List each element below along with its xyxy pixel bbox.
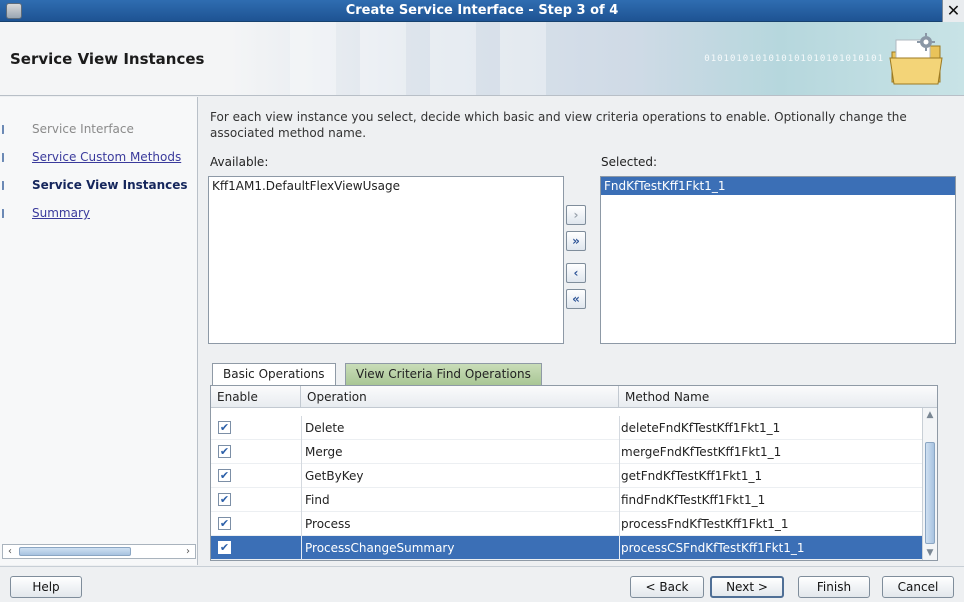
method-name-cell[interactable]: deleteFndKfTestKff1Fkt1_1	[621, 416, 780, 440]
operations-table: Enable Operation Method Name ✔ Delete de…	[210, 385, 938, 561]
column-divider	[301, 536, 302, 560]
back-button[interactable]: < Back	[630, 576, 704, 598]
column-divider	[619, 416, 620, 440]
tab-basic-operations[interactable]: Basic Operations	[212, 363, 336, 385]
operation-cell: Process	[305, 517, 351, 531]
step-marker-icon	[2, 181, 7, 190]
method-name-cell[interactable]: findFndKfTestKff1Fkt1_1	[621, 488, 765, 512]
window-title: Create Service Interface - Step 3 of 4	[345, 3, 619, 18]
banner-stripe	[430, 22, 476, 95]
nav-step-service-custom-methods[interactable]: Service Custom Methods	[0, 147, 196, 169]
main-content: For each view instance you select, decid…	[199, 97, 964, 565]
remove-all-icon[interactable]: «	[566, 289, 586, 309]
table-row[interactable]: ✔ Find findFndKfTestKff1Fkt1_1	[211, 488, 937, 512]
step-marker-icon	[2, 125, 7, 134]
method-name-cell[interactable]: processFndKfTestKff1Fkt1_1	[621, 512, 789, 536]
method-name-cell[interactable]: getFndKfTestKff1Fkt1_1	[621, 464, 762, 488]
scroll-thumb[interactable]	[19, 547, 131, 556]
table-row[interactable]: ✔ Merge mergeFndKfTestKff1Fkt1_1	[211, 440, 937, 464]
table-header: Enable Operation Method Name	[211, 386, 937, 408]
column-divider	[619, 488, 620, 512]
column-header-method-name[interactable]: Method Name	[619, 386, 924, 408]
enable-checkbox[interactable]: ✔	[218, 421, 231, 434]
table-row[interactable]: ✔ Process processFndKfTestKff1Fkt1_1	[211, 512, 937, 536]
table-row[interactable]: ✔ Delete deleteFndKfTestKff1Fkt1_1	[211, 416, 937, 440]
close-icon[interactable]: ✕	[942, 0, 964, 22]
back-button-label: < Back	[645, 580, 689, 594]
wizard-steps-nav: Service Interface Service Custom Methods…	[0, 97, 198, 565]
column-divider	[619, 440, 620, 464]
enable-checkbox[interactable]: ✔	[218, 541, 231, 554]
nav-step-summary[interactable]: Summary	[0, 203, 196, 225]
scroll-left-icon[interactable]: ‹	[3, 545, 17, 558]
move-icon[interactable]: ›	[566, 205, 586, 225]
next-button[interactable]: Next >	[710, 576, 784, 598]
selected-list[interactable]: FndKfTestKff1Fkt1_1	[600, 176, 956, 344]
selected-label: Selected:	[601, 155, 658, 169]
nav-step-label: Service View Instances	[32, 178, 188, 192]
operation-cell: Merge	[305, 445, 343, 459]
method-name-cell[interactable]: mergeFndKfTestKff1Fkt1_1	[621, 440, 781, 464]
column-divider	[619, 512, 620, 536]
table-vertical-scrollbar[interactable]: ▲ ▼	[922, 408, 937, 560]
instructions-text: For each view instance you select, decid…	[210, 110, 907, 140]
operation-cell: GetByKey	[305, 469, 364, 483]
nav-step-label: Service Interface	[32, 122, 134, 136]
table-row[interactable]: ✔ GetByKey getFndKfTestKff1Fkt1_1	[211, 464, 937, 488]
enable-checkbox[interactable]: ✔	[218, 517, 231, 530]
scroll-thumb[interactable]	[925, 442, 935, 544]
nav-horizontal-scrollbar[interactable]: ‹ ›	[2, 544, 196, 559]
scroll-down-icon[interactable]: ▼	[923, 546, 937, 560]
column-divider	[301, 464, 302, 488]
operation-cell: Delete	[305, 421, 345, 435]
wizard-header: 0101010101010101010101010101 Service Vie…	[0, 22, 964, 96]
button-bar: Help < Back Next > Finish Cancel	[0, 566, 964, 602]
page-title: Service View Instances	[10, 50, 205, 68]
help-button-label: Help	[32, 580, 60, 594]
help-button[interactable]: Help	[10, 576, 82, 598]
banner-stripe	[360, 22, 406, 95]
available-list[interactable]: Kff1AM1.DefaultFlexViewUsage	[208, 176, 564, 344]
column-divider	[301, 440, 302, 464]
column-header-operation[interactable]: Operation	[301, 386, 619, 408]
scroll-right-icon[interactable]: ›	[181, 545, 195, 558]
enable-checkbox[interactable]: ✔	[218, 445, 231, 458]
column-divider	[619, 464, 620, 488]
move-all-icon[interactable]: »	[566, 231, 586, 251]
operation-cell: Find	[305, 493, 330, 507]
banner-stripe	[290, 22, 336, 95]
nav-step-service-view-instances[interactable]: Service View Instances	[0, 175, 196, 197]
table-row[interactable]: ✔ ProcessChangeSummary processCSFndKfTes…	[211, 536, 937, 560]
step-marker-icon	[2, 209, 7, 218]
cancel-button-label: Cancel	[897, 580, 939, 594]
operation-cell: ProcessChangeSummary	[305, 541, 455, 555]
next-button-label: Next >	[726, 580, 768, 594]
column-header-enable[interactable]: Enable	[211, 386, 301, 408]
finish-button[interactable]: Finish	[798, 576, 870, 598]
column-divider	[619, 536, 620, 560]
column-divider	[301, 512, 302, 536]
nav-step-service-interface[interactable]: Service Interface	[0, 119, 196, 141]
tab-view-criteria-find-operations[interactable]: View Criteria Find Operations	[345, 363, 542, 385]
scroll-up-icon[interactable]: ▲	[923, 408, 937, 422]
remove-icon[interactable]: ‹	[566, 263, 586, 283]
column-divider	[301, 416, 302, 440]
available-label: Available:	[210, 155, 269, 169]
title-bar: Create Service Interface - Step 3 of 4 ✕	[0, 0, 964, 22]
step-marker-icon	[2, 153, 7, 162]
finish-button-label: Finish	[816, 580, 852, 594]
nav-step-label: Summary	[32, 206, 90, 220]
list-item[interactable]: Kff1AM1.DefaultFlexViewUsage	[209, 177, 563, 195]
enable-checkbox[interactable]: ✔	[218, 493, 231, 506]
method-name-cell[interactable]: processCSFndKfTestKff1Fkt1_1	[621, 536, 805, 560]
folder-icon	[889, 33, 943, 85]
banner-stripe	[500, 22, 546, 95]
column-divider	[301, 488, 302, 512]
cancel-button[interactable]: Cancel	[882, 576, 954, 598]
nav-step-label: Service Custom Methods	[32, 150, 182, 164]
binary-decoration: 0101010101010101010101010101	[704, 54, 884, 64]
list-item[interactable]: FndKfTestKff1Fkt1_1	[601, 177, 955, 195]
enable-checkbox[interactable]: ✔	[218, 469, 231, 482]
